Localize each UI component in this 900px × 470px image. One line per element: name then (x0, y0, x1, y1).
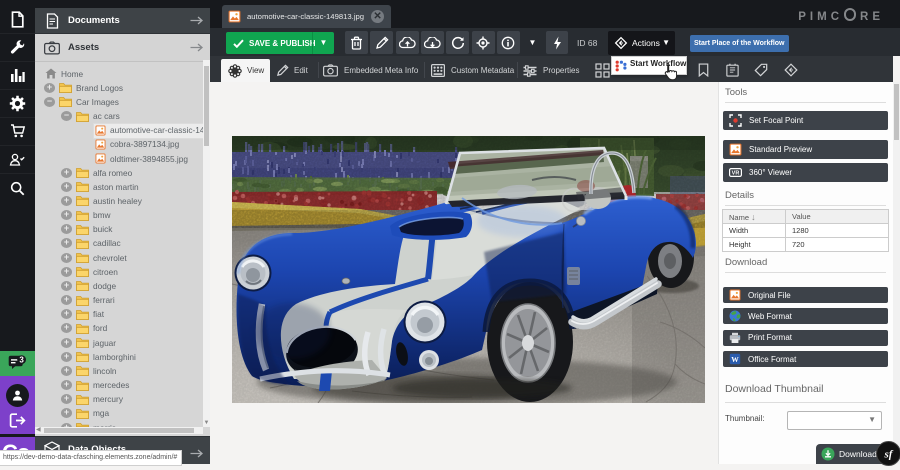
svg-text:W: W (731, 355, 739, 364)
svg-text:sf: sf (884, 449, 894, 461)
svg-text:3: 3 (19, 356, 24, 365)
svg-text:VR: VR (732, 171, 740, 177)
